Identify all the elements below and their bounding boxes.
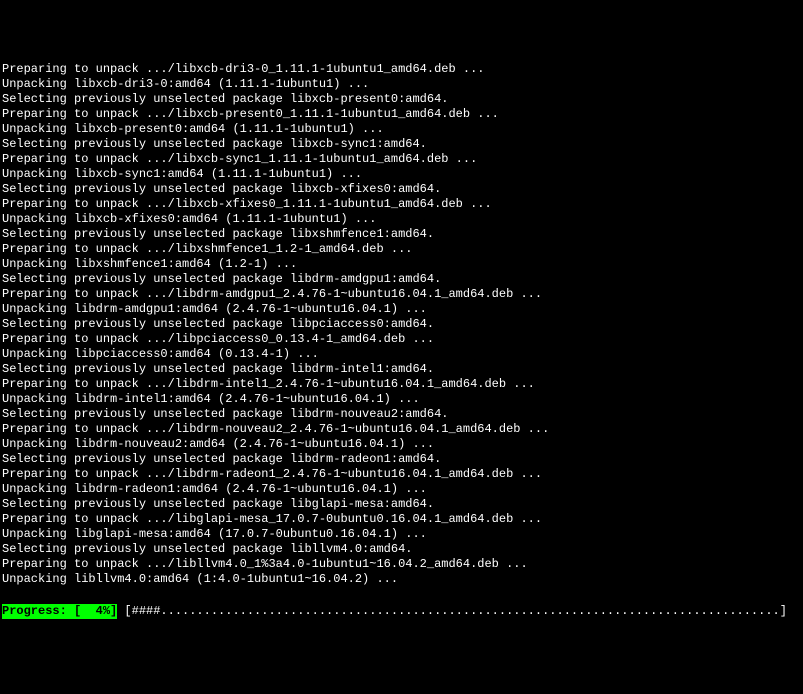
- terminal-line: Selecting previously unselected package …: [2, 272, 801, 287]
- terminal-line: Preparing to unpack .../libdrm-nouveau2_…: [2, 422, 801, 437]
- terminal-line: Selecting previously unselected package …: [2, 362, 801, 377]
- terminal-line: Preparing to unpack .../libxcb-present0_…: [2, 107, 801, 122]
- terminal-line: Preparing to unpack .../libxcb-xfixes0_1…: [2, 197, 801, 212]
- terminal-line: Preparing to unpack .../libxshmfence1_1.…: [2, 242, 801, 257]
- progress-line: Progress: [ 4%] [####...................…: [2, 604, 801, 619]
- terminal-line: Preparing to unpack .../libglapi-mesa_17…: [2, 512, 801, 527]
- terminal-line: Preparing to unpack .../libllvm4.0_1%3a4…: [2, 557, 801, 572]
- terminal-line: Selecting previously unselected package …: [2, 182, 801, 197]
- terminal-line: Selecting previously unselected package …: [2, 542, 801, 557]
- terminal-line: Unpacking libllvm4.0:amd64 (1:4.0-1ubunt…: [2, 572, 801, 587]
- terminal-line: Selecting previously unselected package …: [2, 227, 801, 242]
- progress-bar: [####...................................…: [117, 604, 801, 619]
- terminal-line: Preparing to unpack .../libxcb-dri3-0_1.…: [2, 62, 801, 77]
- terminal-line: Preparing to unpack .../libdrm-amdgpu1_2…: [2, 287, 801, 302]
- terminal-line: Selecting previously unselected package …: [2, 407, 801, 422]
- terminal-line: Preparing to unpack .../libxcb-sync1_1.1…: [2, 152, 801, 167]
- terminal-line: Selecting previously unselected package …: [2, 452, 801, 467]
- terminal-line: Selecting previously unselected package …: [2, 137, 801, 152]
- terminal-line: Preparing to unpack .../libpciaccess0_0.…: [2, 332, 801, 347]
- terminal-line: Unpacking libxcb-xfixes0:amd64 (1.11.1-1…: [2, 212, 801, 227]
- terminal-line: Preparing to unpack .../libdrm-intel1_2.…: [2, 377, 801, 392]
- terminal-output: Preparing to unpack .../libxcb-dri3-0_1.…: [2, 62, 801, 587]
- progress-percentage: Progress: [ 4%]: [2, 604, 117, 619]
- terminal-line: Unpacking libdrm-intel1:amd64 (2.4.76-1~…: [2, 392, 801, 407]
- terminal-line: Unpacking libglapi-mesa:amd64 (17.0.7-0u…: [2, 527, 801, 542]
- terminal-line: Unpacking libxshmfence1:amd64 (1.2-1) ..…: [2, 257, 801, 272]
- terminal-line: Unpacking libdrm-radeon1:amd64 (2.4.76-1…: [2, 482, 801, 497]
- terminal-line: Unpacking libxcb-present0:amd64 (1.11.1-…: [2, 122, 801, 137]
- terminal-line: Unpacking libpciaccess0:amd64 (0.13.4-1)…: [2, 347, 801, 362]
- terminal-line: Selecting previously unselected package …: [2, 92, 801, 107]
- terminal-line: Unpacking libxcb-dri3-0:amd64 (1.11.1-1u…: [2, 77, 801, 92]
- terminal-line: Preparing to unpack .../libdrm-radeon1_2…: [2, 467, 801, 482]
- terminal-line: Unpacking libdrm-nouveau2:amd64 (2.4.76-…: [2, 437, 801, 452]
- terminal-line: Unpacking libdrm-amdgpu1:amd64 (2.4.76-1…: [2, 302, 801, 317]
- terminal-line: Selecting previously unselected package …: [2, 497, 801, 512]
- terminal-line: Selecting previously unselected package …: [2, 317, 801, 332]
- terminal-line: Unpacking libxcb-sync1:amd64 (1.11.1-1ub…: [2, 167, 801, 182]
